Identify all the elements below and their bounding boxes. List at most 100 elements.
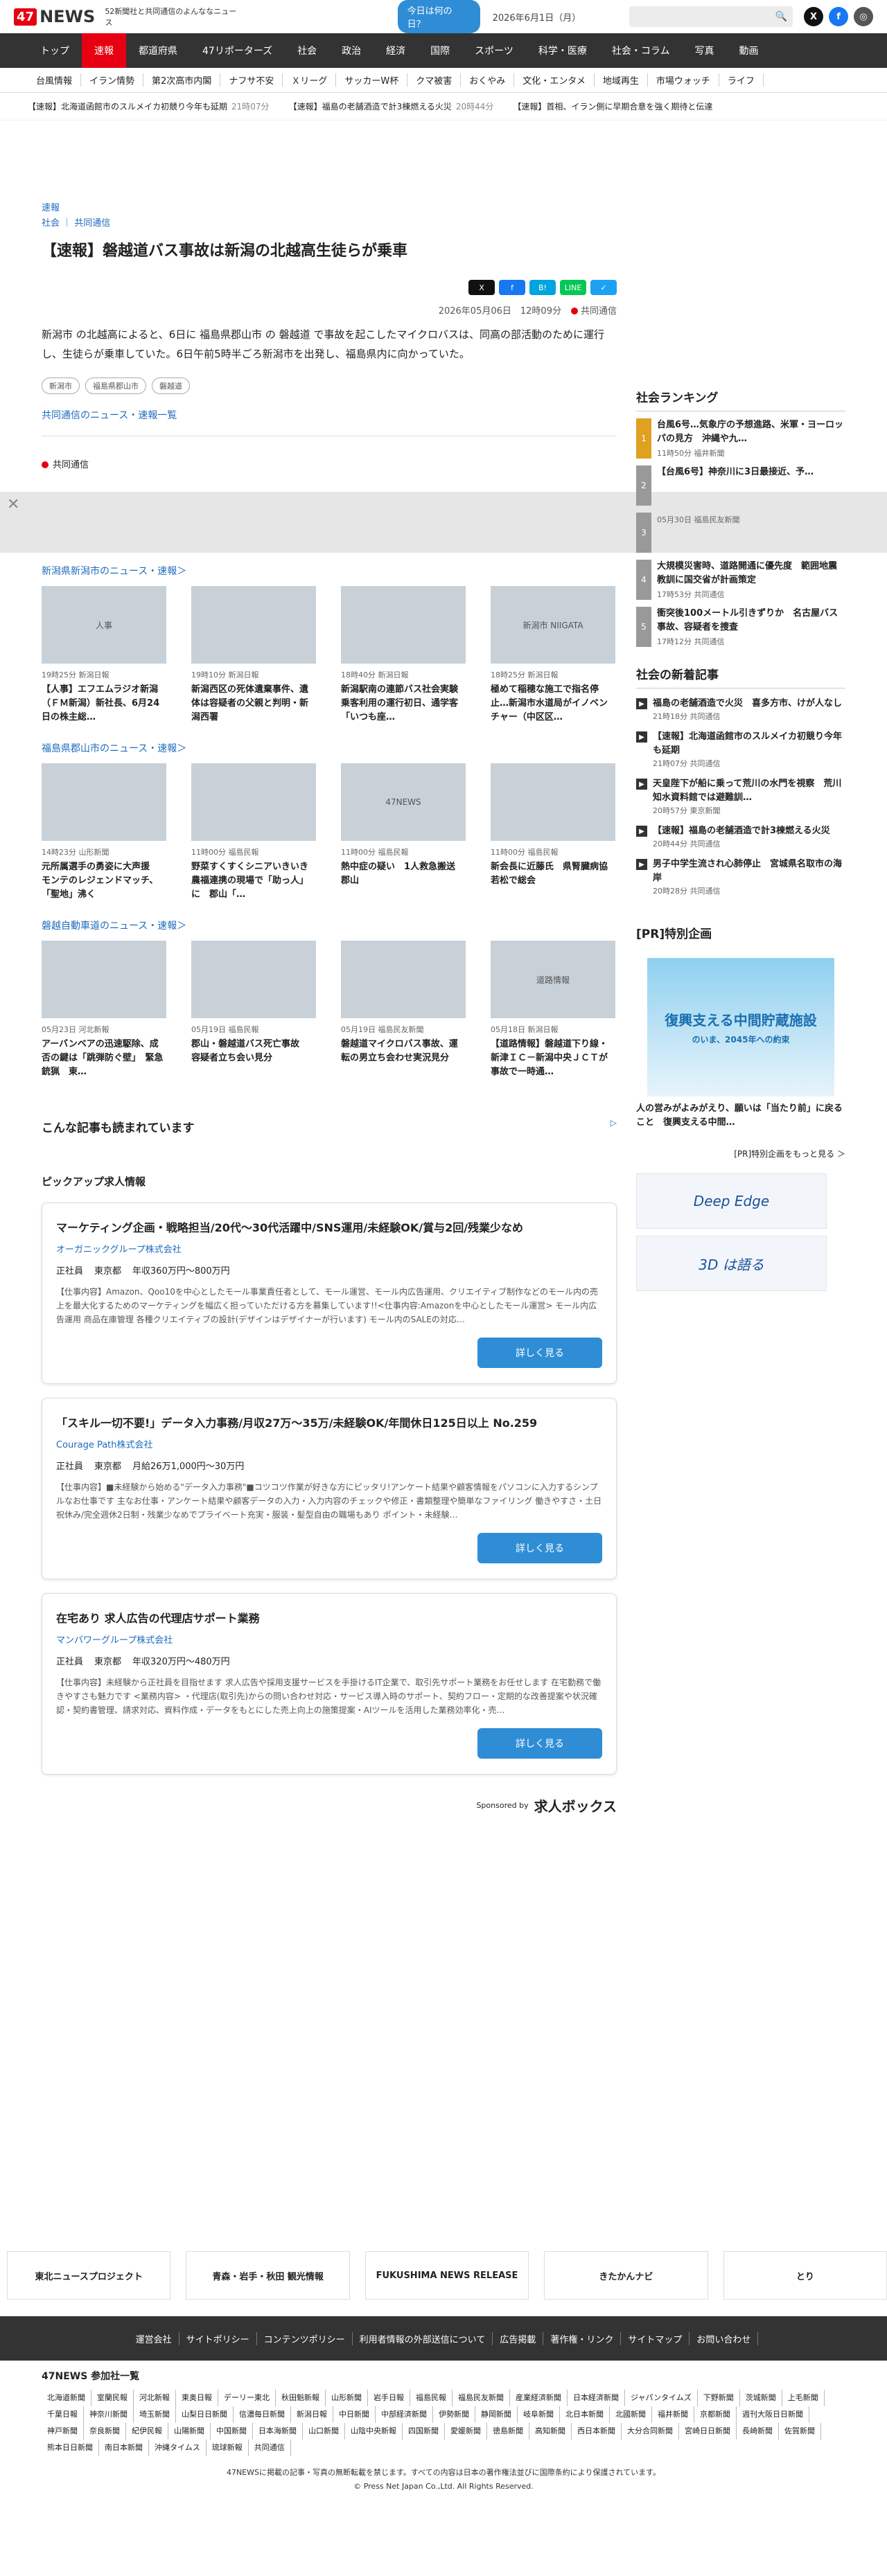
job-card[interactable]: マーケティング企画・戦略担当/20代〜30代活躍中/SNS運用/未経験OK/賞与…: [42, 1202, 617, 1384]
latest-item[interactable]: ▶ 男子中学生流され心肺停止 宮城県名取市の海岸 20時28分 共同通信: [636, 858, 845, 896]
member-link[interactable]: 日本経済新聞: [568, 2390, 625, 2406]
share-facebook-button[interactable]: f: [499, 280, 525, 295]
latest-item[interactable]: ▶ 【速報】北海道函館市のスルメイカ初競り今年も延期 21時07分 共同通信: [636, 730, 845, 769]
news-card[interactable]: 11時00分 福島民報 新会長に近藤氏 県腎臓病協 若松で総会: [491, 763, 615, 902]
member-link[interactable]: 岩手日報: [368, 2390, 410, 2406]
ad-banner[interactable]: 青森・岩手・秋田 観光情報: [186, 2251, 350, 2300]
member-link[interactable]: 山陽新聞: [168, 2423, 211, 2440]
crumb-sub[interactable]: 社会 ｜ 共同通信: [42, 216, 617, 231]
news-card[interactable]: 11時00分 福島民報 野菜すくすくシニアいきいき 農福連携の現場で「助っ人」に …: [191, 763, 316, 902]
subnav-item[interactable]: 台風情報: [28, 73, 82, 87]
member-link[interactable]: 北國新聞: [610, 2406, 652, 2423]
gnav-item[interactable]: 47リポーターズ: [190, 33, 285, 68]
news-card[interactable]: 14時23分 山形新聞 元所属選手の勇姿に大声援 モンテのレジェンドマッチ、「聖地…: [42, 763, 166, 902]
footer-link[interactable]: コンテンツポリシー: [257, 2331, 353, 2345]
news-card[interactable]: 人事 19時25分 新潟日報 【人事】エフエムラジオ新潟（ＦＭ新潟）新社長、6月24…: [42, 586, 166, 725]
gnav-item[interactable]: 動画: [726, 33, 771, 68]
ad-banner[interactable]: 東北ニュースプロジェクト: [7, 2251, 171, 2300]
member-link[interactable]: ジャパンタイムズ: [625, 2390, 698, 2406]
footer-link[interactable]: サイトマップ: [621, 2331, 690, 2345]
gnav-item[interactable]: 科学・医療: [526, 33, 599, 68]
member-link[interactable]: 室蘭民報: [91, 2390, 134, 2406]
gnav-item[interactable]: 写真: [682, 33, 726, 68]
member-link[interactable]: 上毛新聞: [782, 2390, 825, 2406]
ranking-item[interactable]: 4 大規模災害時、道路開通に優先度 範囲地震教訓に国交省が計画策定 17時53分 共…: [636, 560, 845, 600]
ranking-item[interactable]: 2 【台風6号】神奈川に3日最接近、予…: [636, 465, 845, 506]
member-link[interactable]: 宮崎日日新聞: [679, 2423, 737, 2440]
footer-link[interactable]: サイトポリシー: [179, 2331, 257, 2345]
news-card[interactable]: 05月19日 福島民友新聞 磐越道マイクロバス事故、運転の男立ち会わせ実況見分: [341, 941, 466, 1079]
member-link[interactable]: 山梨日日新聞: [176, 2406, 234, 2423]
ticker-item[interactable]: 【速報】首相、イラン側に早期合意を強く期待と伝達: [513, 100, 712, 112]
member-link[interactable]: 福島民友新聞: [453, 2390, 510, 2406]
job-detail-button[interactable]: 詳しく見る: [477, 1533, 602, 1563]
latest-item[interactable]: ▶ 天皇陛下が船に乗って荒川の水門を視察 荒川知水資料館では避難訓… 20時57分 …: [636, 777, 845, 816]
more-news-link[interactable]: 共同通信のニュース・速報一覧: [42, 408, 617, 422]
member-link[interactable]: 週刊大阪日日新聞: [737, 2406, 809, 2423]
site-logo[interactable]: 47 NEWS: [14, 7, 95, 26]
news-card[interactable]: 新潟市 NIIGATA 18時25分 新潟日報 極めて稲穂な施工で指名停止…新潟市水…: [491, 586, 615, 725]
ranking-item[interactable]: 3 05月30日 福島民友新聞: [636, 513, 845, 553]
pr-caption[interactable]: 人の営みがよみがえり、願いは「当たり前」に戻ること 復興支える中間…: [636, 1102, 845, 1130]
section-title[interactable]: 磐越自動車道のニュース・速報＞: [42, 918, 617, 932]
member-link[interactable]: 中国新聞: [211, 2423, 253, 2440]
ticker-item[interactable]: 【速報】福島の老舗酒造で計3棟燃える火災 20時44分: [289, 100, 494, 112]
member-link[interactable]: 熊本日日新聞: [42, 2440, 99, 2456]
member-link[interactable]: 岐阜新聞: [518, 2406, 560, 2423]
gnav-item[interactable]: 政治: [329, 33, 374, 68]
gnav-item[interactable]: 国際: [418, 33, 462, 68]
news-card[interactable]: 05月19日 福島民報 郡山・磐越道バス死亡事故 容疑者立ち会い見分: [191, 941, 316, 1079]
member-link[interactable]: 秋田魁新報: [276, 2390, 326, 2406]
footer-link[interactable]: 広告掲載: [493, 2331, 544, 2345]
subnav-item[interactable]: サッカーW杯: [336, 73, 408, 87]
member-link[interactable]: デーリー東北: [218, 2390, 276, 2406]
gnav-item[interactable]: トップ: [28, 33, 82, 68]
gnav-item[interactable]: 社会: [285, 33, 329, 68]
footer-link[interactable]: 利用者情報の外部送信について: [353, 2331, 493, 2345]
member-link[interactable]: 神奈川新聞: [84, 2406, 134, 2423]
member-link[interactable]: 沖縄タイムス: [149, 2440, 207, 2456]
footer-link[interactable]: 運営会社: [129, 2331, 179, 2345]
facebook-icon[interactable]: f: [829, 7, 849, 26]
member-link[interactable]: 北海道新聞: [42, 2390, 91, 2406]
news-card[interactable]: 05月23日 河北新報 アーバンベアの迅速駆除、成否の鍵は「跳弾防ぐ壁」 緊急銃猟…: [42, 941, 166, 1079]
deep-edge-banner[interactable]: Deep Edge: [636, 1173, 827, 1229]
ad-banner[interactable]: とり: [723, 2251, 887, 2300]
ranking-item[interactable]: 1 台風6号…気象庁の予想進路、米軍・ヨーロッパの見方 沖縄や九… 11時50分 福…: [636, 418, 845, 459]
gnav-item[interactable]: 社会・コラム: [599, 33, 683, 68]
footer-link[interactable]: 著作権・リンク: [543, 2331, 622, 2345]
member-link[interactable]: 静岡新聞: [475, 2406, 518, 2423]
member-link[interactable]: 京都新聞: [694, 2406, 737, 2423]
member-link[interactable]: 四国新聞: [403, 2423, 445, 2440]
3d-banner[interactable]: 3D は語る: [636, 1236, 827, 1291]
globe-icon[interactable]: ◎: [854, 7, 874, 26]
member-link[interactable]: 日本海新聞: [253, 2423, 303, 2440]
member-link[interactable]: 新潟日報: [291, 2406, 333, 2423]
ad-banner[interactable]: FUKUSHIMA NEWS RELEASE: [365, 2251, 529, 2300]
search-icon[interactable]: 🔍: [775, 11, 787, 22]
gnav-item[interactable]: 速報: [82, 33, 126, 68]
member-link[interactable]: 福島民報: [410, 2390, 453, 2406]
ranking-item[interactable]: 5 衝突後100メートル引きずりか 名古屋バス事故、容疑者を捜査 17時12分 共同…: [636, 607, 845, 647]
member-link[interactable]: 千葉日報: [42, 2406, 84, 2423]
pr-more-link[interactable]: [PR]特別企画をもっと見る ＞: [636, 1148, 845, 1160]
crumb-category[interactable]: 速報: [42, 201, 617, 216]
member-link[interactable]: 愛媛新聞: [445, 2423, 487, 2440]
news-card[interactable]: 47NEWS 11時00分 福島民報 熱中症の疑い 1人救急搬送 郡山: [341, 763, 466, 902]
news-card[interactable]: 道路情報 05月18日 新潟日報 【道路情報】磐越道下り線・新津ＩＣ－新潟中央ＪＣＴ…: [491, 941, 615, 1079]
latest-item[interactable]: ▶ 【速報】福島の老舗酒造で計3棟燃える火災 20時44分 共同通信: [636, 824, 845, 849]
share-check-button[interactable]: ✓: [590, 280, 617, 295]
member-link[interactable]: 北日本新聞: [560, 2406, 610, 2423]
member-link[interactable]: 南日本新聞: [99, 2440, 149, 2456]
member-link[interactable]: 紀伊民報: [126, 2423, 168, 2440]
member-link[interactable]: 西日本新聞: [572, 2423, 622, 2440]
news-card[interactable]: 18時40分 新潟日報 新潟駅南の連節バス社会実験 乗客利用の運行初日、通学客「い…: [341, 586, 466, 725]
ad-choices-icon[interactable]: ▷: [611, 1118, 617, 1135]
subnav-item[interactable]: Ｘリーグ: [283, 73, 337, 87]
member-link[interactable]: 大分合同新聞: [622, 2423, 679, 2440]
member-link[interactable]: 徳島新聞: [487, 2423, 529, 2440]
member-link[interactable]: 茨城新聞: [740, 2390, 782, 2406]
subnav-item[interactable]: 市場ウォッチ: [648, 73, 719, 87]
subnav-item[interactable]: ライフ: [719, 73, 764, 87]
member-link[interactable]: 産業経済新聞: [510, 2390, 568, 2406]
